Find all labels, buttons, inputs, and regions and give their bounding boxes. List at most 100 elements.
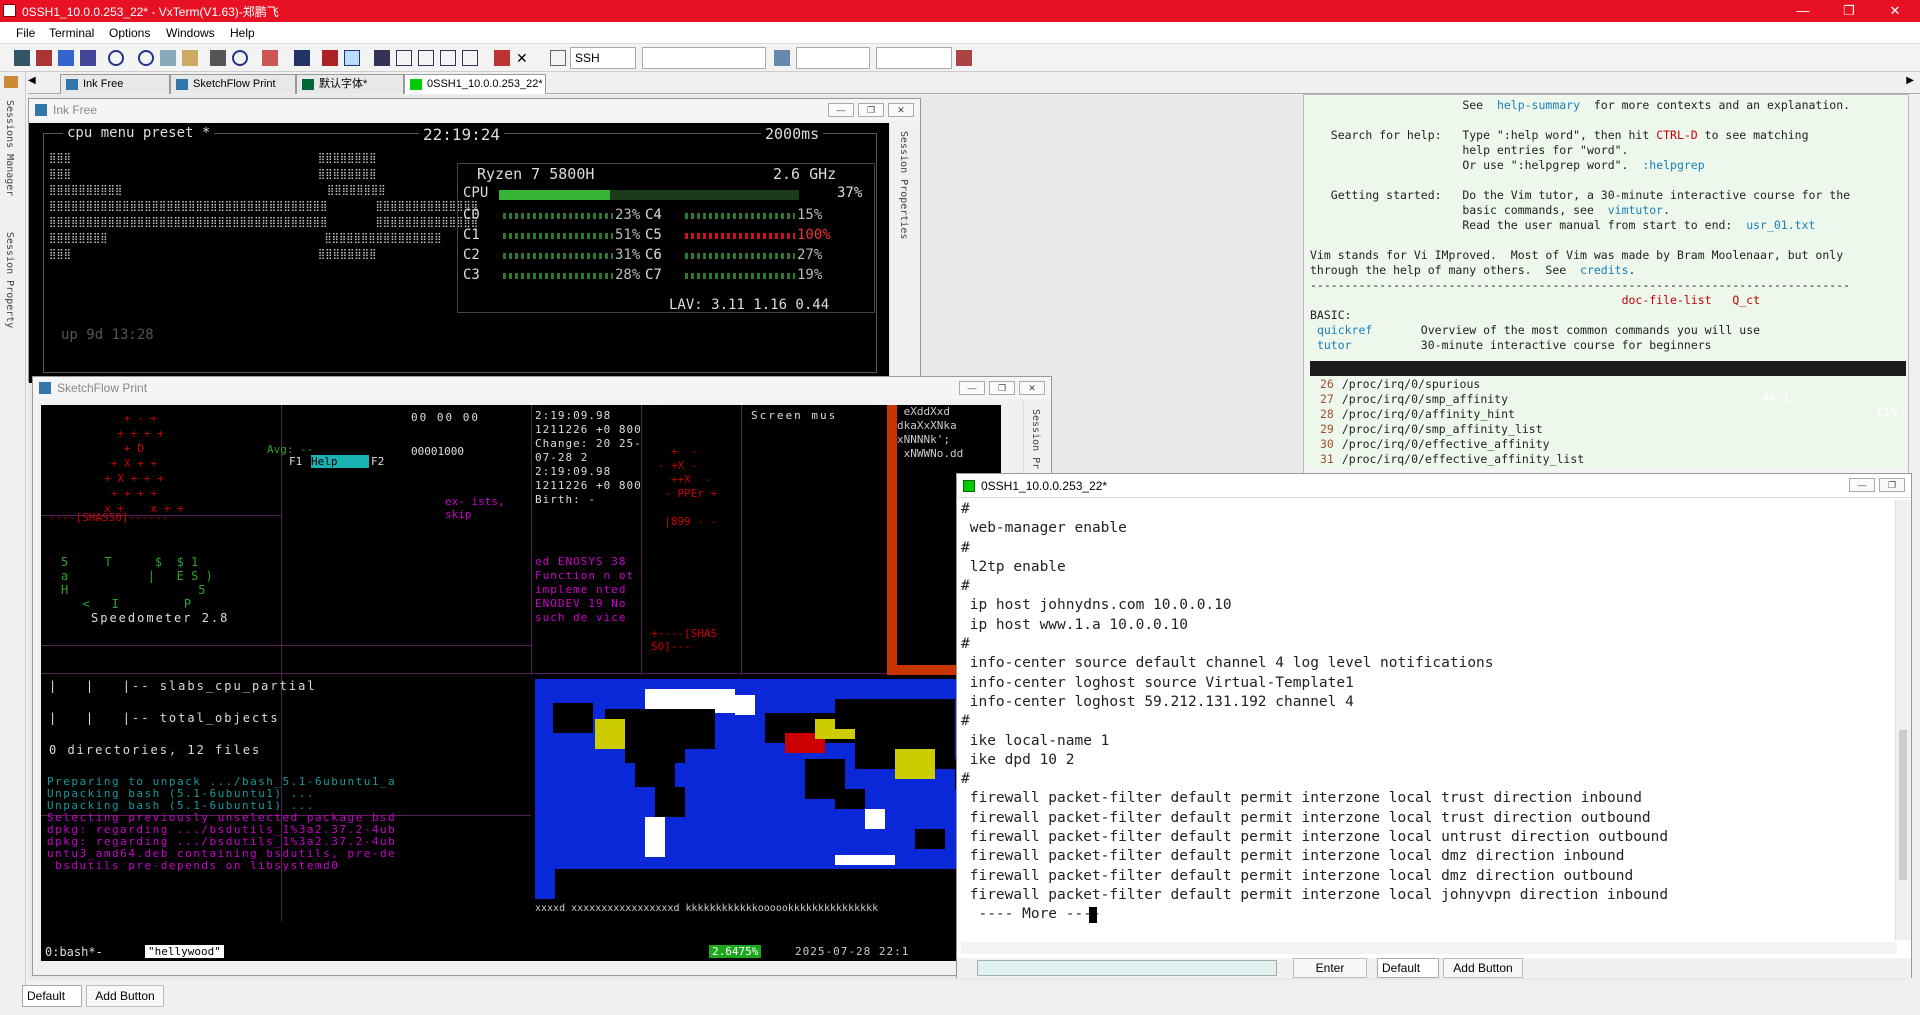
close-button[interactable]: ✕ xyxy=(1872,0,1918,22)
apt-log-line: bsdutils pre-depends on libsystemd0 xyxy=(47,859,340,872)
sync-icon[interactable] xyxy=(494,50,510,66)
tab-ssh[interactable]: 0SSH1_10.0.0.253_22* xyxy=(404,74,546,94)
layout3-icon[interactable] xyxy=(440,50,456,66)
ssh-scrollbar[interactable] xyxy=(1895,500,1911,940)
core-name: C4 xyxy=(645,207,662,223)
link-icon[interactable] xyxy=(262,50,278,66)
vim-help-link[interactable]: vimtutor xyxy=(1608,203,1663,217)
tmux-host: "hellywood" xyxy=(145,945,224,958)
vim-text: . xyxy=(1663,203,1671,217)
session-properties-tab[interactable]: Session Pr xyxy=(1030,409,1041,469)
help-key[interactable]: Help xyxy=(311,455,369,468)
vim-text: BASIC: xyxy=(1310,308,1352,322)
cpu-graph-row: ⣿⣿⣿⣿⣿⣿⣿⣿ ⣿⣿⣿⣿⣿⣿⣿⣿⣿⣿⣿⣿⣿⣿⣿⣿ xyxy=(49,233,442,244)
ssh-terminal[interactable]: # web-manager enable # l2tp enable # ip ho… xyxy=(961,500,1896,940)
host-select[interactable] xyxy=(642,47,766,69)
layout2-icon[interactable] xyxy=(418,50,434,66)
core-name: C2 xyxy=(463,247,480,263)
play-icon[interactable] xyxy=(344,50,360,66)
vim-help-link[interactable]: :helpgrep xyxy=(1642,158,1704,172)
ssh-restore-button[interactable]: ❐ xyxy=(1879,478,1905,492)
proc-path: /proc/irq/0/affinity_hint xyxy=(1341,407,1515,421)
vim-line: Search for help: Type ":help word", then… xyxy=(1310,128,1809,142)
copy-icon[interactable] xyxy=(160,50,176,66)
ssh-output-line: # xyxy=(961,771,970,788)
add-button[interactable]: Add Button xyxy=(86,985,164,1007)
tab-ink-free[interactable]: Ink Free xyxy=(60,74,170,94)
vim-help-link[interactable]: credits xyxy=(1580,263,1628,277)
menu-help[interactable]: Help xyxy=(230,26,255,40)
vim-help-pane[interactable]: See help-summary for more contexts and a… xyxy=(1306,96,1906,468)
ssh-scroll-thumb[interactable] xyxy=(1899,730,1907,880)
line-number: 28 xyxy=(1320,407,1334,421)
connect-icon[interactable] xyxy=(956,50,972,66)
menu-options[interactable]: Options xyxy=(109,26,150,40)
sessions-manager-tab[interactable]: Sessions Manager xyxy=(4,100,15,196)
session-properties-tab[interactable]: Session Properties xyxy=(898,131,909,239)
transfer-icon[interactable] xyxy=(294,50,310,66)
ink-restore-button[interactable]: ❐ xyxy=(858,103,884,117)
pause-icon[interactable] xyxy=(322,50,338,66)
globe-icon[interactable] xyxy=(138,50,154,66)
core-graph xyxy=(685,253,795,259)
layout4-icon[interactable] xyxy=(462,50,478,66)
ink-free-window: Ink Free — ❐ ✕ cpu menu preset * 22:19:2… xyxy=(28,98,921,383)
vim-help-link[interactable]: quickref xyxy=(1317,323,1372,337)
vim-help-link[interactable]: tutor xyxy=(1317,338,1352,352)
ssh-default-select[interactable]: Default xyxy=(1377,958,1439,978)
sketchflow-window: SketchFlow Print — ❐ ✕ + - + + + + + + D… xyxy=(32,376,1052,976)
sketch-minimize-button[interactable]: — xyxy=(959,381,985,395)
ssh-add-button[interactable]: Add Button xyxy=(1443,958,1523,978)
core-name: C6 xyxy=(645,247,662,263)
maximize-button[interactable]: ❐ xyxy=(1826,0,1872,22)
password-field[interactable] xyxy=(876,47,952,69)
minimize-button[interactable]: — xyxy=(1780,0,1826,22)
vim-help-link[interactable]: help-summary xyxy=(1497,98,1580,112)
cpu-bar-track xyxy=(499,190,799,200)
find-icon[interactable] xyxy=(374,50,390,66)
btop-refresh[interactable]: 2000ms xyxy=(761,125,824,143)
vim-help-link[interactable]: usr_01.txt xyxy=(1746,218,1815,232)
sketchflow-titlebar: SketchFlow Print — ❐ ✕ xyxy=(33,377,1051,399)
core-name: C1 xyxy=(463,227,480,243)
tmux-terminal[interactable]: + - + + + + + + D + X + + + X + + + + + … xyxy=(41,405,1001,961)
x-icon[interactable]: ✕ xyxy=(516,50,532,66)
screen-mus: Screen mus xyxy=(751,409,838,422)
tab-scroll-left-icon[interactable]: ◀ xyxy=(28,75,36,86)
line-number: 29 xyxy=(1320,422,1334,436)
session-property-tab[interactable]: Session Property xyxy=(4,232,15,328)
menu-terminal[interactable]: Terminal xyxy=(49,26,94,40)
layout1-icon[interactable] xyxy=(396,50,412,66)
record-icon[interactable] xyxy=(108,50,124,66)
tab-default-font[interactable]: 默认字体* xyxy=(296,74,404,94)
btop-terminal[interactable]: cpu menu preset * 22:19:24 2000ms ⣿⣿⣿ ⣿⣿… xyxy=(29,123,889,383)
network-icon[interactable] xyxy=(774,50,790,66)
refresh-icon[interactable] xyxy=(232,50,248,66)
ink-close-button[interactable]: ✕ xyxy=(888,103,914,117)
ssh-minimize-button[interactable]: — xyxy=(1849,478,1875,492)
menu-file[interactable]: File xyxy=(16,26,35,40)
disconnect-icon[interactable] xyxy=(36,50,52,66)
user-field[interactable] xyxy=(796,47,870,69)
menu-windows[interactable]: Windows xyxy=(166,26,215,40)
btop-menu[interactable]: cpu menu preset * xyxy=(63,125,215,141)
tab-scroll-right-icon[interactable]: ▶ xyxy=(1906,75,1914,86)
list-icon[interactable] xyxy=(210,50,226,66)
save-icon[interactable] xyxy=(80,50,96,66)
tab-sketchflow[interactable]: SketchFlow Print xyxy=(170,74,296,94)
protocol-select[interactable]: SSH xyxy=(570,47,636,69)
ssh-title: 0SSH1_10.0.0.253_22* xyxy=(981,479,1108,493)
sketch-close-button[interactable]: ✕ xyxy=(1019,381,1045,395)
vim-text: for more contexts and an explanation. xyxy=(1580,98,1851,112)
enter-button[interactable]: Enter xyxy=(1293,958,1367,978)
proc-path: /proc/irq/0/effective_affinity_list xyxy=(1341,452,1585,466)
ink-minimize-button[interactable]: — xyxy=(828,103,854,117)
sketch-restore-button[interactable]: ❐ xyxy=(989,381,1015,395)
default-select[interactable]: Default xyxy=(22,985,82,1007)
new-session-icon[interactable] xyxy=(14,50,30,66)
sessions-icon[interactable] xyxy=(4,76,18,88)
ssh-hscrollbar[interactable] xyxy=(961,942,1897,954)
paste-icon[interactable] xyxy=(182,50,198,66)
command-input[interactable] xyxy=(977,960,1277,976)
reconnect-icon[interactable] xyxy=(58,50,74,66)
